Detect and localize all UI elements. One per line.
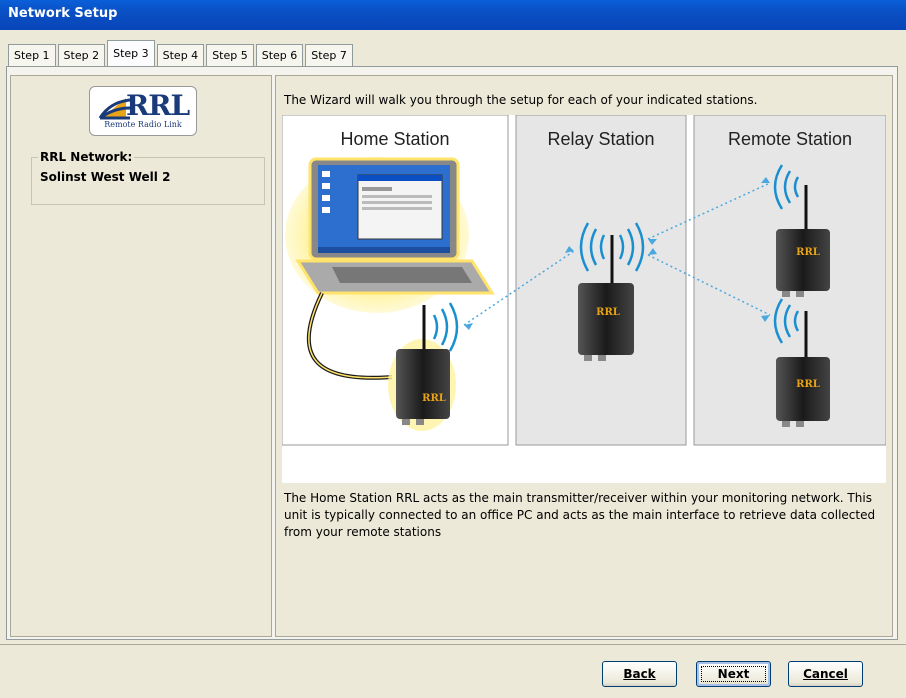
logo-subtitle: Remote Radio Link <box>104 120 182 129</box>
network-illustration: Home Station Relay Station Remote Statio… <box>281 114 887 483</box>
tab-step-4[interactable]: Step 4 <box>156 44 205 66</box>
remote-station-label: Remote Station <box>728 129 852 149</box>
remote1-device-logo: RRL <box>796 247 820 258</box>
cancel-button-label: Cancel <box>803 667 848 681</box>
tab-step-1[interactable]: Step 1 <box>8 44 56 66</box>
logo-text: RRL <box>126 89 190 122</box>
network-label: RRL Network: <box>38 150 135 164</box>
right-panel: The Wizard will walk you through the set… <box>275 75 893 637</box>
title-bar: Network Setup <box>0 0 906 30</box>
home-device-logo: RRL <box>422 393 446 404</box>
intro-text: The Wizard will walk you through the set… <box>284 93 758 107</box>
cancel-button[interactable]: Cancel <box>788 661 863 687</box>
tab-step-7[interactable]: Step 7 <box>305 44 353 66</box>
footer-divider <box>0 644 906 645</box>
rrl-logo: RRL Remote Radio Link <box>89 86 197 136</box>
tab-step-5[interactable]: Step 5 <box>206 44 254 66</box>
relay-device-logo: RRL <box>596 307 620 318</box>
next-button-label: Next <box>717 667 750 681</box>
left-panel: RRL Remote Radio Link RRL Network: Solin… <box>10 75 272 637</box>
back-button-label: Back <box>623 667 656 681</box>
station-description: The Home Station RRL acts as the main tr… <box>284 491 876 539</box>
tab-step-2[interactable]: Step 2 <box>57 44 106 66</box>
step-tabs: Step 1 Step 2 Step 3 Step 4 Step 5 Step … <box>8 40 355 66</box>
home-station-label: Home Station <box>340 129 449 149</box>
back-button[interactable]: Back <box>602 661 677 687</box>
tab-step-3[interactable]: Step 3 <box>107 40 155 66</box>
tab-step-6[interactable]: Step 6 <box>255 44 304 66</box>
relay-station-label: Relay Station <box>547 129 654 149</box>
network-name: Solinst West Well 2 <box>40 170 171 184</box>
next-button[interactable]: Next <box>696 661 771 687</box>
network-groupbox: RRL Network: Solinst West Well 2 <box>31 150 265 205</box>
remote2-device-logo: RRL <box>796 379 820 390</box>
relay-station-panel <box>515 114 687 446</box>
window-title: Network Setup <box>8 6 118 21</box>
